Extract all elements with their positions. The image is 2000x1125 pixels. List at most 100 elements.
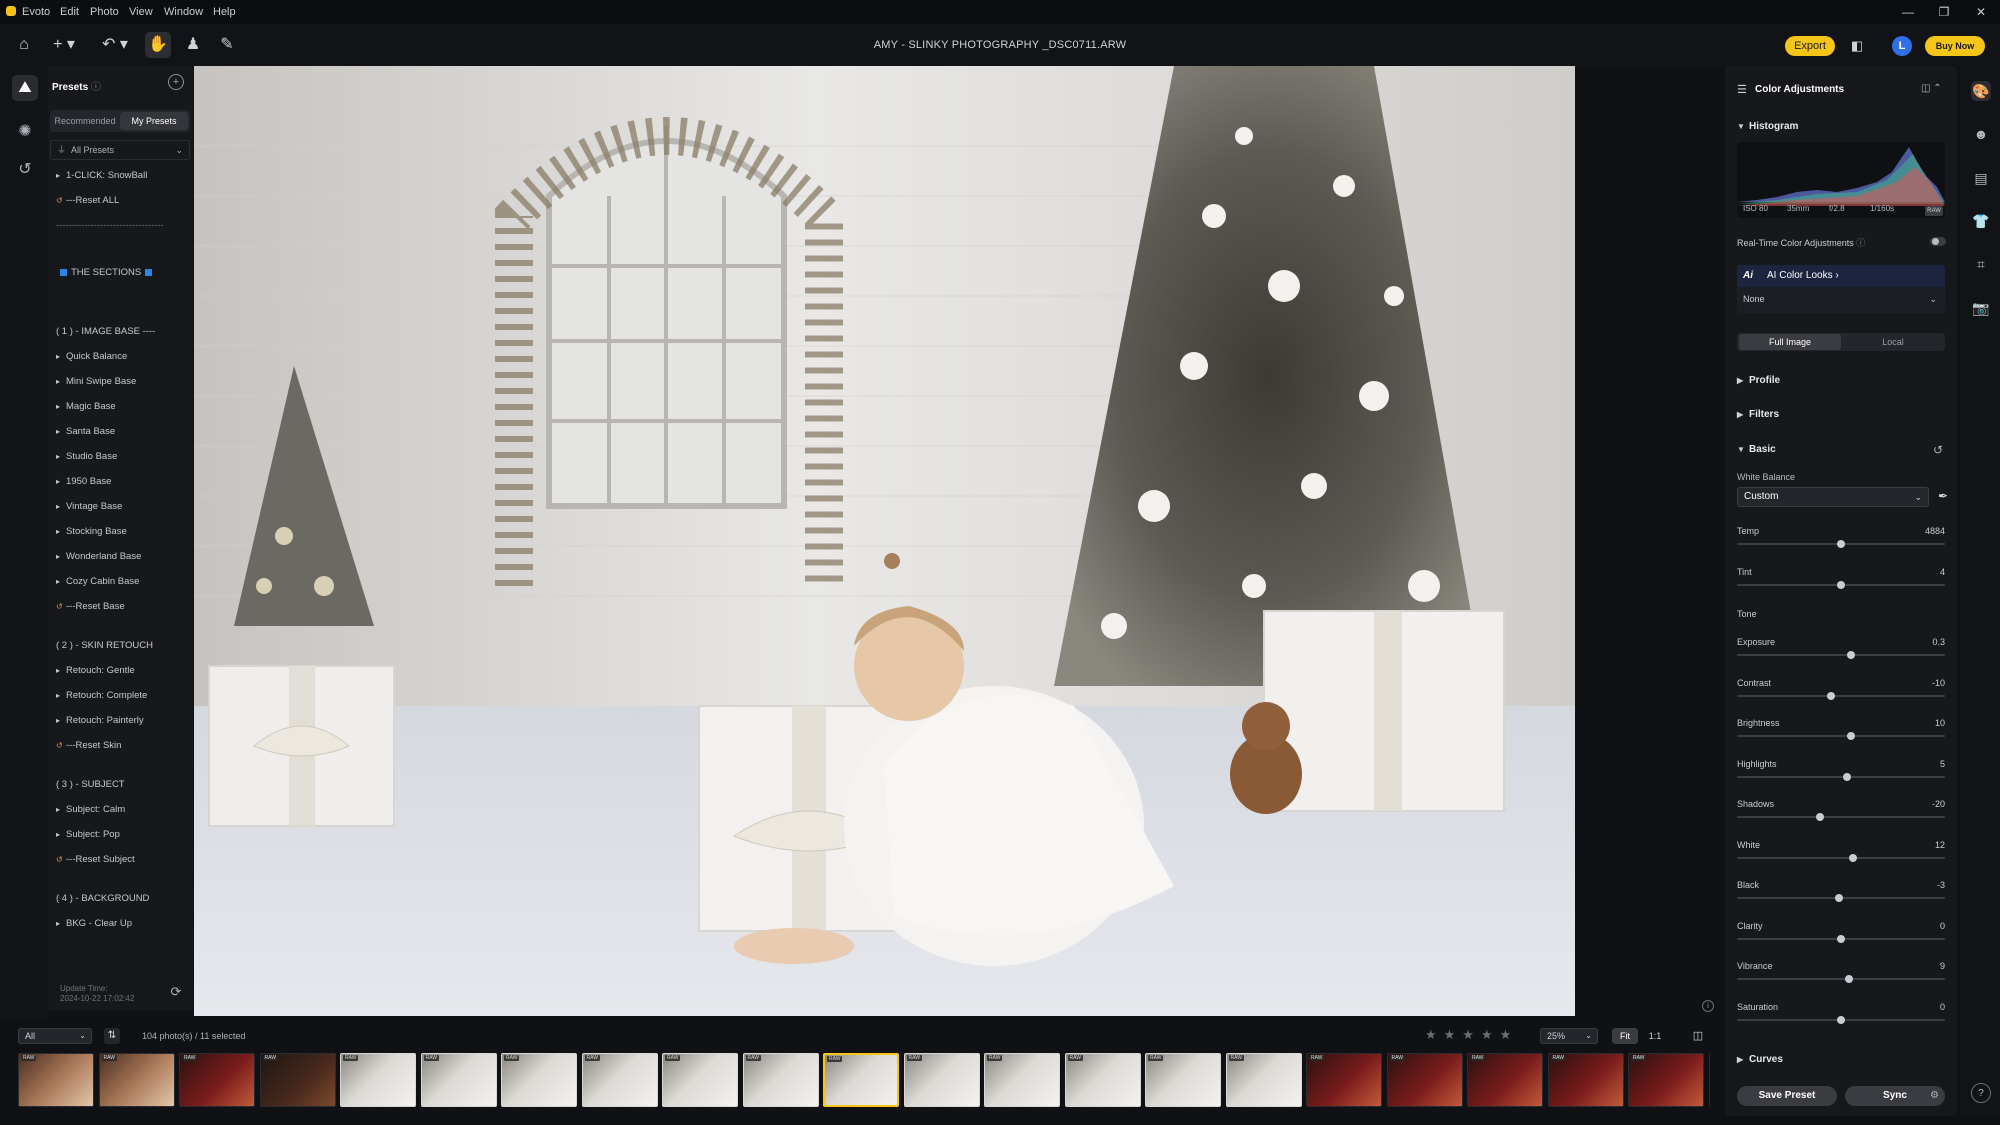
slider-thumb[interactable]	[1826, 691, 1835, 700]
help-icon[interactable]: ?	[1971, 1083, 1991, 1103]
slider-thumb[interactable]	[1837, 1015, 1845, 1024]
filmstrip-thumbnail[interactable]: RAW	[903, 1053, 980, 1107]
slider-white[interactable]: White 12	[1737, 840, 1945, 874]
face-icon[interactable]: ☻	[1971, 124, 1991, 144]
filmstrip-thumbnail[interactable]: RAW	[98, 1053, 175, 1107]
white-balance-select[interactable]: Custom ⌄	[1737, 487, 1929, 507]
preset-folder[interactable]: ▸ Stocking Base	[56, 524, 127, 540]
zoom-select[interactable]: 25% ⌄	[1540, 1028, 1598, 1044]
preset-folder[interactable]: ▸ Wonderland Base	[56, 549, 141, 565]
menu-view[interactable]: View	[129, 0, 153, 24]
slider-thumb[interactable]	[1837, 934, 1845, 943]
slider-temp[interactable]: Temp 4884	[1737, 526, 1945, 560]
add-preset-icon[interactable]: +	[168, 74, 184, 90]
home-icon[interactable]: ⌂	[11, 32, 37, 58]
brush-tool-icon[interactable]: ✎	[214, 32, 240, 58]
preset-folder[interactable]: ▸ Studio Base	[56, 449, 117, 465]
ai-color-looks-header[interactable]: Ai AI Color Looks ›	[1737, 265, 1945, 287]
slider-track[interactable]	[1737, 694, 1945, 697]
refresh-icon[interactable]: ⟳	[168, 984, 184, 1000]
slider-thumb[interactable]	[1847, 651, 1856, 659]
slider-black[interactable]: Black -3	[1737, 880, 1945, 914]
avatar[interactable]: L	[1892, 36, 1912, 56]
close-window-icon[interactable]: ✕	[1966, 0, 1996, 24]
tab-local[interactable]: Local	[1843, 334, 1943, 350]
filmstrip-thumbnail[interactable]: RAW	[1306, 1053, 1382, 1107]
slider-track[interactable]	[1737, 775, 1945, 778]
save-preset-button[interactable]: Save Preset	[1737, 1086, 1837, 1106]
photo-preview[interactable]	[194, 66, 1575, 1016]
menu-window[interactable]: Window	[164, 0, 203, 24]
history-rail-icon[interactable]: ↺	[12, 157, 38, 183]
one-to-one-button[interactable]: 1:1	[1642, 1028, 1668, 1044]
slider-exposure[interactable]: Exposure 0.3	[1737, 637, 1945, 671]
crop-icon[interactable]: ⌗	[1971, 254, 1991, 274]
preset-folder[interactable]: ▸ Cozy Cabin Base	[56, 574, 139, 590]
slider-thumb[interactable]	[1845, 975, 1854, 983]
fit-button[interactable]: Fit	[1612, 1028, 1638, 1044]
filmstrip-thumbnail[interactable]: RAW	[662, 1053, 738, 1107]
filmstrip-thumbnail[interactable]: RAW	[1386, 1053, 1463, 1107]
camera-icon[interactable]: 📷	[1971, 298, 1991, 318]
preset-reset[interactable]: ↺ ---Reset ALL	[56, 193, 119, 209]
slider-vibrance[interactable]: Vibrance 9	[1737, 961, 1945, 995]
reset-basic-icon[interactable]: ↺	[1933, 443, 1943, 457]
filters-section[interactable]: ▶ Filters	[1737, 409, 1779, 420]
preset-folder[interactable]: ▸ Retouch: Complete	[56, 688, 147, 704]
rating-stars[interactable]: ★★★★★	[1425, 1027, 1518, 1043]
preset-folder[interactable]: ▸ Vintage Base	[56, 499, 122, 515]
slider-clarity[interactable]: Clarity 0	[1737, 921, 1945, 955]
compare-icon[interactable]: ◧	[1848, 37, 1866, 55]
stamp-tool-icon[interactable]: ♟	[180, 32, 206, 58]
tab-recommended[interactable]: Recommended	[52, 112, 118, 130]
undo-icon[interactable]: ↶ ▾	[98, 32, 132, 58]
slider-tint[interactable]: Tint 4	[1737, 567, 1945, 601]
export-button[interactable]: Export	[1785, 36, 1835, 56]
ai-looks-select[interactable]: None ⌄	[1737, 287, 1945, 311]
slider-highlights[interactable]: Highlights 5	[1737, 759, 1945, 793]
background-icon[interactable]: ▤	[1971, 168, 1991, 188]
slider-shadows[interactable]: Shadows -20	[1737, 799, 1945, 833]
image-info-icon[interactable]: i	[1702, 1000, 1714, 1012]
presets-rail-icon[interactable]: ⛰	[12, 75, 38, 101]
slider-saturation[interactable]: Saturation 0	[1737, 1002, 1945, 1036]
preset-folder[interactable]: ▸ Magic Base	[56, 399, 116, 415]
hand-tool-icon[interactable]: ✋	[145, 32, 171, 58]
preset-reset[interactable]: ↺ ---Reset Skin	[56, 738, 121, 754]
sort-icon[interactable]: ⇅	[104, 1028, 120, 1044]
restore-icon[interactable]: ❐	[1929, 0, 1959, 24]
color-palette-icon[interactable]: 🎨	[1971, 81, 1991, 101]
preset-folder[interactable]: ▸ Quick Balance	[56, 349, 127, 365]
slider-thumb[interactable]	[1837, 540, 1845, 548]
slider-track[interactable]	[1737, 654, 1945, 656]
slider-track[interactable]	[1737, 856, 1945, 859]
tab-my-presets[interactable]: My Presets	[120, 112, 188, 130]
eyedropper-icon[interactable]: ✒	[1935, 489, 1951, 505]
preset-folder[interactable]: ▸ 1-CLICK: SnowBall	[56, 168, 147, 184]
slider-thumb[interactable]	[1837, 580, 1845, 589]
basic-section[interactable]: ▼ Basic	[1737, 444, 1776, 455]
clothing-icon[interactable]: 👕	[1971, 211, 1991, 231]
slider-brightness[interactable]: Brightness 10	[1737, 718, 1945, 752]
slider-thumb[interactable]	[1843, 772, 1852, 781]
filmstrip-thumbnail[interactable]: RAW	[1467, 1053, 1543, 1107]
filmstrip-thumbnail[interactable]: RAW	[581, 1053, 658, 1107]
sync-button[interactable]: Sync ⚙	[1845, 1086, 1945, 1106]
filmstrip-thumbnail[interactable]: RAW	[179, 1053, 255, 1107]
menu-edit[interactable]: Edit	[60, 0, 79, 24]
slider-thumb[interactable]	[1849, 853, 1858, 862]
filmstrip-thumbnail[interactable]: RAW	[259, 1053, 336, 1107]
slider-thumb[interactable]	[1847, 732, 1856, 740]
filmstrip-thumbnail[interactable]: RAW	[984, 1053, 1060, 1107]
preset-folder[interactable]: ▸ Santa Base	[56, 424, 115, 440]
preset-folder[interactable]: ▸ Mini Swipe Base	[56, 374, 136, 390]
preset-folder[interactable]: ▸ BKG - Clear Up	[56, 916, 132, 932]
ai-color-looks-link[interactable]: AI Color Looks ›	[1767, 270, 1839, 281]
sync-settings-icon[interactable]: ⚙	[1930, 1086, 1939, 1106]
adjust-rail-icon[interactable]: ✺	[12, 119, 38, 145]
preset-filter-dropdown[interactable]: ⏚ All Presets ⌄	[50, 140, 190, 160]
filmstrip-thumbnail[interactable]: RAW	[1708, 1053, 1710, 1107]
filmstrip-filter-select[interactable]: All ⌄	[18, 1028, 92, 1044]
filmstrip-thumbnail[interactable]: RAW	[1145, 1053, 1221, 1107]
filmstrip-thumbnail[interactable]: RAW	[1628, 1053, 1704, 1107]
